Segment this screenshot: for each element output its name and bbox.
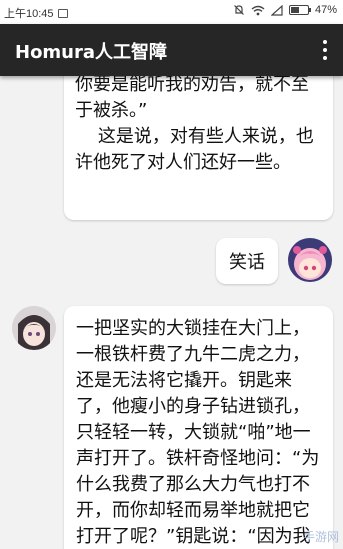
chat-list[interactable]: 了，也用不着真诚、正直了，你要是能听我的劝告，就不至于被杀。” 这是说，对有些人… bbox=[0, 76, 343, 549]
message-text: 笑话 bbox=[229, 252, 265, 273]
watermark: 手游网 bbox=[302, 530, 339, 544]
pink-hair-anime-avatar-icon bbox=[288, 238, 332, 282]
battery-icon bbox=[288, 5, 311, 15]
message-text: 了，也用不着真诚、正直了，你要是能听我的劝告，就不至于被杀。” 这是说，对有些人… bbox=[75, 76, 314, 173]
battery-fill bbox=[290, 7, 299, 13]
app-bar: Homura人工智障 bbox=[0, 24, 343, 76]
overflow-dot bbox=[323, 48, 327, 52]
dark-hair-anime-avatar-icon bbox=[12, 306, 56, 350]
status-left: 上午10:45 bbox=[4, 5, 68, 21]
status-right: 47% bbox=[233, 4, 337, 16]
overflow-dot bbox=[323, 40, 327, 44]
overflow-dot bbox=[323, 56, 327, 60]
user-message-bubble[interactable]: 笑话 bbox=[216, 238, 278, 284]
message-text: 一把坚实的大锁挂在大门上，一根铁杆费了九牛二虎之力，还是无法将它撬开。钥匙来了，… bbox=[76, 318, 320, 547]
status-time: 上午10:45 bbox=[4, 8, 54, 20]
more-vert-icon[interactable] bbox=[319, 40, 331, 60]
message-notification-icon bbox=[57, 8, 68, 18]
battery-percent: 47% bbox=[314, 4, 337, 16]
wifi-icon bbox=[251, 5, 265, 15]
status-bar: 上午10:45 47% bbox=[0, 0, 343, 24]
mute-bell-icon bbox=[234, 5, 244, 15]
bot-message-bubble[interactable]: 一把坚实的大锁挂在大门上，一根铁杆费了九牛二虎之力，还是无法将它撬开。钥匙来了，… bbox=[64, 306, 333, 549]
bot-avatar[interactable] bbox=[12, 306, 56, 350]
user-avatar[interactable] bbox=[288, 238, 332, 282]
signal-icon bbox=[270, 4, 283, 16]
app-title: Homura人工智障 bbox=[15, 42, 168, 63]
bot-message-bubble[interactable]: 了，也用不着真诚、正直了，你要是能听我的劝告，就不至于被杀。” 这是说，对有些人… bbox=[64, 76, 333, 220]
